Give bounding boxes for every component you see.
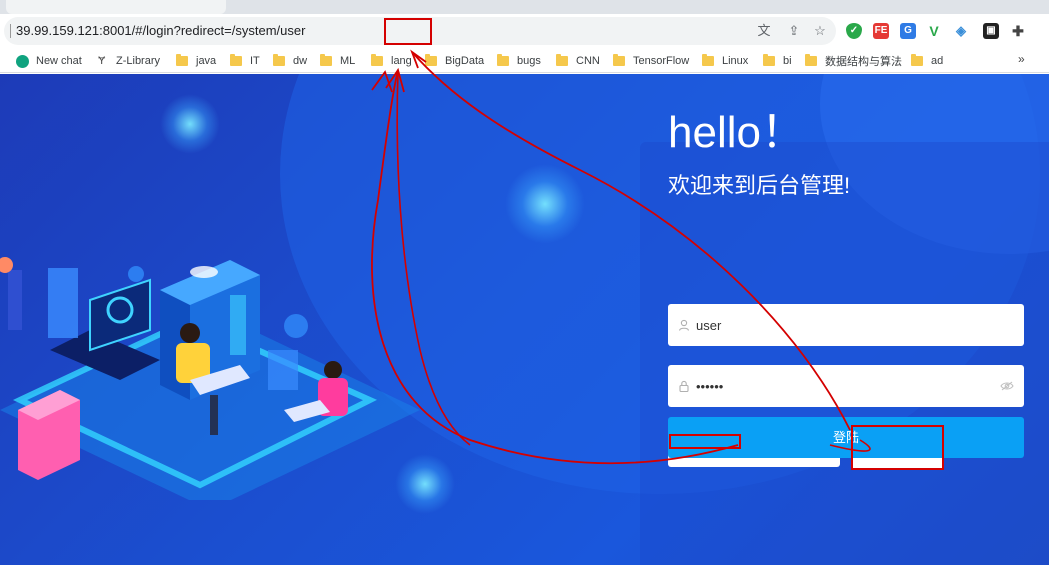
- share-icon[interactable]: ⇪: [786, 23, 802, 39]
- profile-extension-icon[interactable]: ▣: [983, 23, 999, 39]
- bookmark-label: lang: [391, 55, 412, 67]
- folder-icon: [176, 54, 188, 66]
- username-input[interactable]: [696, 304, 996, 346]
- bookmark-label: bi: [783, 55, 792, 67]
- folder-icon: [556, 54, 568, 66]
- bookmark-bi[interactable]: bi: [763, 53, 792, 69]
- bookmark-new-chat[interactable]: New chat: [16, 53, 82, 69]
- login-button[interactable]: 登陆: [668, 417, 1024, 458]
- bookmark-label: IT: [250, 55, 260, 67]
- bookmark-z-library[interactable]: Ɏ Z-Library: [98, 53, 160, 69]
- bookmark-java[interactable]: java: [176, 53, 216, 69]
- folder-icon: [497, 54, 509, 66]
- bookmark-bugs[interactable]: bugs: [497, 53, 541, 69]
- bookmark-data-structures[interactable]: 数据结构与算法: [805, 53, 902, 69]
- bookmark-label: ad: [931, 55, 944, 67]
- bookmark-label: java: [196, 55, 217, 67]
- folder-icon: [805, 54, 817, 66]
- folder-icon: [911, 54, 923, 66]
- tech-illustration: [0, 257, 420, 500]
- folder-icon: [702, 54, 714, 66]
- folder-icon: [613, 54, 625, 66]
- bookmark-ml[interactable]: ML: [320, 53, 355, 69]
- user-icon: [678, 319, 690, 331]
- light-glow: [505, 164, 585, 244]
- bookmark-cnn[interactable]: CNN: [556, 53, 600, 69]
- bookmark-label: BigData: [445, 55, 485, 67]
- bookmark-it[interactable]: IT: [230, 53, 260, 69]
- address-bar: 39.99.159.121:8001/#/login?redirect=/sys…: [0, 14, 1049, 48]
- fe-extension-icon[interactable]: FE: [873, 23, 889, 39]
- lock-icon: [679, 380, 689, 392]
- page-title: hello！: [668, 108, 805, 157]
- folder-icon: [230, 54, 242, 66]
- z-library-icon: Ɏ: [98, 55, 106, 67]
- stack-extension-icon[interactable]: ◈: [953, 23, 969, 39]
- bookmark-tensorflow[interactable]: TensorFlow: [613, 53, 689, 69]
- bookmark-star-icon[interactable]: ☆: [812, 23, 828, 39]
- folder-icon: [425, 54, 437, 66]
- bookmark-bigdata[interactable]: BigData: [425, 53, 484, 69]
- bookmark-linux[interactable]: Linux: [702, 53, 748, 69]
- vue-extension-icon[interactable]: V: [926, 23, 942, 39]
- url-text[interactable]: 39.99.159.121:8001/#/login?redirect=/sys…: [16, 23, 305, 38]
- bookmarks-overflow-button[interactable]: »: [1018, 52, 1025, 66]
- bookmark-label: bugs: [517, 55, 541, 67]
- extensions-puzzle-icon[interactable]: ✚: [1010, 23, 1026, 39]
- folder-icon: [763, 54, 775, 66]
- bookmark-label: Z-Library: [116, 55, 161, 67]
- password-input[interactable]: [696, 365, 976, 407]
- folder-icon: [371, 54, 383, 66]
- browser-window: 39.99.159.121:8001/#/login?redirect=/sys…: [0, 0, 1049, 565]
- chatgpt-icon: [16, 54, 29, 68]
- bookmark-label: New chat: [36, 55, 82, 67]
- translate-icon[interactable]: 文: [756, 23, 772, 39]
- bookmark-ad[interactable]: ad: [911, 53, 943, 69]
- omnibox[interactable]: 39.99.159.121:8001/#/login?redirect=/sys…: [4, 17, 836, 45]
- bookmark-label: Linux: [722, 55, 749, 67]
- welcome-subtitle: 欢迎来到后台管理!: [668, 173, 851, 198]
- bookmark-dw[interactable]: dw: [273, 53, 307, 69]
- bookmark-label: ML: [340, 55, 356, 67]
- bookmarks-bar: New chat Ɏ Z-Library java IT dw ML lang: [0, 48, 1049, 73]
- bookmark-label: TensorFlow: [633, 55, 690, 67]
- tab-strip: [0, 0, 1049, 14]
- shield-extension-icon[interactable]: ✓: [846, 23, 862, 39]
- translate-extension-icon[interactable]: G: [900, 23, 916, 39]
- password-field[interactable]: [668, 365, 1024, 407]
- light-glow: [160, 94, 220, 154]
- omnibox-separator: [10, 24, 11, 38]
- eye-off-icon[interactable]: [1000, 381, 1014, 391]
- bookmark-label: 数据结构与算法: [825, 56, 902, 68]
- bookmark-lang[interactable]: lang: [371, 53, 412, 69]
- bookmark-label: CNN: [576, 55, 600, 67]
- folder-icon: [320, 54, 332, 66]
- username-field[interactable]: [668, 304, 1024, 346]
- bookmark-label: dw: [293, 55, 308, 67]
- login-panel: [640, 142, 1049, 565]
- folder-icon: [273, 54, 285, 66]
- browser-tab[interactable]: [6, 0, 226, 14]
